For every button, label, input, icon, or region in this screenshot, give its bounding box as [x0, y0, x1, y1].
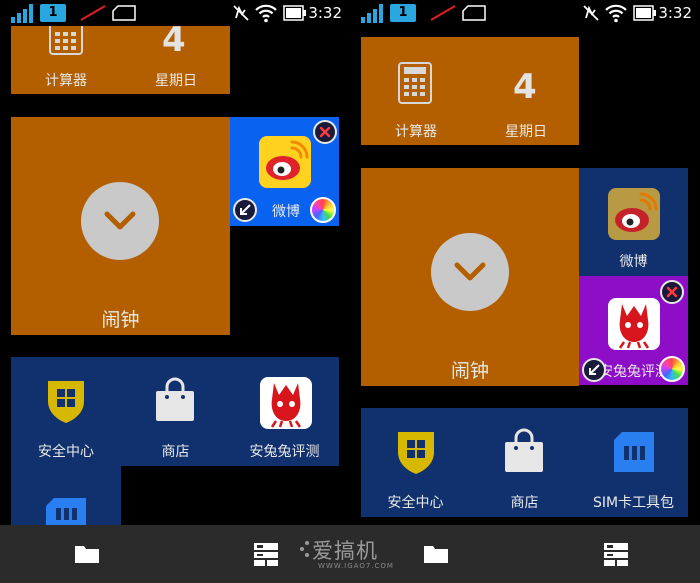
resize-icon[interactable] — [582, 358, 606, 382]
store-bag-icon — [156, 377, 194, 421]
weibo-tile[interactable]: 微博 — [230, 117, 339, 226]
alarm-icon — [81, 182, 159, 260]
clock: 3:32 — [308, 4, 342, 22]
no-data-icon — [430, 5, 456, 21]
sim-slot-icon — [112, 5, 136, 21]
weibo-icon — [259, 136, 311, 188]
antutu-label: 安兔兔评测 — [249, 444, 320, 460]
security-shield-icon — [48, 381, 84, 423]
folder-icon[interactable] — [423, 541, 449, 567]
vibrate-off-icon — [233, 5, 249, 21]
sim-card-icon — [46, 498, 86, 525]
calculator-calendar-tile[interactable]: 4 计算器 星期日 — [11, 26, 230, 94]
sim-card-icon — [614, 432, 654, 472]
sim-toolkit-tile[interactable] — [11, 466, 121, 525]
security-label: 安全中心 — [387, 495, 444, 511]
alarm-label: 闹钟 — [450, 360, 489, 382]
calculator-calendar-tile[interactable]: 4 计算器 星期日 — [361, 37, 579, 145]
layout-icon[interactable] — [603, 541, 629, 567]
alarm-label: 闹钟 — [101, 309, 140, 331]
signal-icon — [361, 4, 383, 23]
security-tile[interactable]: 安全中心 — [11, 357, 121, 466]
resize-icon[interactable] — [233, 198, 257, 222]
sim-badge: 1 — [390, 4, 416, 22]
wifi-icon — [605, 4, 627, 23]
alarm-tile[interactable]: 闹钟 — [361, 168, 579, 386]
sim-toolkit-label: SIM卡工具包 — [592, 495, 675, 511]
calendar-weekday-label: 星期日 — [155, 73, 197, 89]
unpin-icon[interactable] — [313, 120, 337, 144]
antutu-tile[interactable]: 安兔兔评测 — [230, 357, 339, 466]
watermark: 爱搞机 WWW.IGAO7.COM — [298, 534, 394, 574]
weibo-label: 微博 — [619, 254, 648, 270]
status-bar: 1 3:32 — [350, 0, 700, 26]
color-picker-icon[interactable] — [310, 197, 336, 223]
calculator-icon — [398, 62, 432, 104]
sim-slot-icon — [462, 5, 486, 21]
wifi-icon — [255, 4, 277, 23]
security-tile[interactable]: 安全中心 — [361, 408, 470, 517]
vibrate-off-icon — [583, 5, 599, 21]
calculator-icon — [49, 26, 83, 55]
watermark-dots-icon — [300, 541, 309, 557]
battery-icon — [633, 5, 656, 21]
calendar-day: 4 — [162, 26, 186, 60]
antutu-icon — [260, 377, 312, 429]
signal-icon — [11, 4, 33, 23]
home-screen-left: 1 3:32 4 计算器 星期日 闹钟 微博 安全中心 商店 安兔兔评测 — [0, 0, 350, 525]
calculator-label: 计算器 — [45, 73, 87, 89]
store-label: 商店 — [510, 495, 539, 511]
calendar-day: 4 — [513, 67, 537, 107]
weibo-label: 微博 — [272, 204, 300, 220]
security-shield-icon — [398, 432, 434, 474]
weibo-icon — [608, 188, 660, 240]
watermark-url: WWW.IGAO7.COM — [318, 562, 394, 570]
status-bar: 1 3:32 — [0, 0, 350, 26]
store-label: 商店 — [161, 444, 190, 460]
calendar-weekday-label: 星期日 — [505, 124, 547, 140]
layout-icon[interactable] — [253, 541, 279, 567]
alarm-tile[interactable]: 闹钟 — [11, 117, 230, 335]
sim-badge: 1 — [40, 4, 66, 22]
clock: 3:32 — [658, 4, 692, 22]
folder-icon[interactable] — [74, 541, 100, 567]
watermark-text: 爱搞机 — [312, 539, 378, 563]
store-bag-icon — [505, 428, 543, 472]
home-screen-right: 1 3:32 4 计算器 星期日 闹钟 微博 安兔兔评测 安全中心 商店 SIM… — [350, 0, 700, 525]
alarm-icon — [431, 233, 509, 311]
unpin-icon[interactable] — [660, 280, 684, 304]
no-data-icon — [80, 5, 106, 21]
weibo-tile[interactable]: 微博 — [579, 168, 688, 276]
color-picker-icon[interactable] — [659, 356, 685, 382]
store-tile[interactable]: 商店 — [470, 408, 579, 517]
calculator-label: 计算器 — [395, 124, 437, 140]
antutu-icon — [608, 298, 660, 350]
store-tile[interactable]: 商店 — [121, 357, 230, 466]
sim-toolkit-tile[interactable]: SIM卡工具包 — [579, 408, 688, 517]
antutu-tile[interactable]: 安兔兔评测 — [579, 276, 688, 385]
battery-icon — [283, 5, 306, 21]
security-label: 安全中心 — [38, 444, 94, 460]
